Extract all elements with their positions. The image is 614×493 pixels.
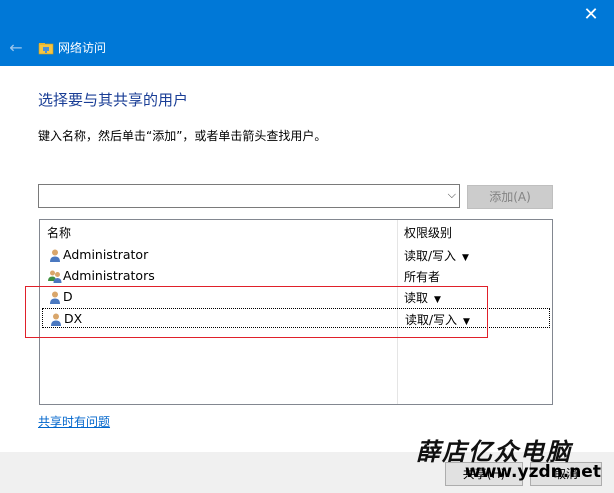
permission-dropdown[interactable]: 读取 ▼: [404, 289, 441, 306]
column-header-permission[interactable]: 权限级别: [404, 224, 452, 241]
dropdown-triangle-icon[interactable]: ▼: [463, 317, 470, 327]
user-list[interactable]: 名称 权限级别 Administrator 读取/写入 ▼ Administrat…: [39, 219, 553, 405]
user-name: D: [63, 289, 73, 304]
navigation-bar: ← 网络访问: [0, 32, 614, 66]
sharing-help-link[interactable]: 共享时有问题: [38, 413, 110, 430]
window-title: 网络访问: [58, 41, 107, 55]
permission-label: 读取/写入: [404, 249, 457, 263]
page-heading: 选择要与其共享的用户: [38, 91, 189, 109]
user-name: DX: [64, 311, 83, 326]
permission-dropdown[interactable]: 读取/写入 ▼: [405, 311, 470, 328]
user-name: Administrators: [63, 268, 155, 283]
title-bar: ✕: [0, 0, 614, 32]
permission-label: 所有者: [404, 270, 441, 284]
user-icon: [51, 313, 61, 326]
permission-label: 读取: [404, 291, 429, 305]
list-item[interactable]: D 读取 ▼: [42, 287, 550, 307]
user-name: Administrator: [63, 247, 149, 262]
dropdown-triangle-icon[interactable]: ▼: [434, 295, 441, 305]
list-item[interactable]: Administrators 所有者: [42, 266, 550, 286]
column-header-name[interactable]: 名称: [47, 224, 71, 241]
instruction-text: 键入名称，然后单击“添加”，或者单击箭头查找用户。: [38, 129, 327, 143]
chevron-down-icon[interactable]: ⌵: [448, 188, 456, 202]
user-combo-box[interactable]: ⌵: [38, 184, 460, 208]
back-arrow-icon[interactable]: ←: [6, 38, 26, 58]
user-icon: [50, 249, 60, 262]
user-group-icon: [48, 270, 62, 283]
permission-dropdown[interactable]: 读取/写入 ▼: [404, 247, 469, 264]
user-icon: [50, 291, 60, 304]
watermark-url: www.yzdn.net: [465, 462, 601, 482]
network-folder-icon: [38, 43, 54, 55]
dropdown-triangle-icon[interactable]: ▼: [462, 253, 469, 263]
add-button: 添加(A): [467, 185, 553, 209]
list-item[interactable]: Administrator 读取/写入 ▼: [42, 245, 550, 265]
permission-label: 读取/写入: [405, 313, 458, 327]
close-icon[interactable]: ✕: [568, 0, 614, 32]
list-item[interactable]: DX 读取/写入 ▼: [42, 308, 550, 328]
